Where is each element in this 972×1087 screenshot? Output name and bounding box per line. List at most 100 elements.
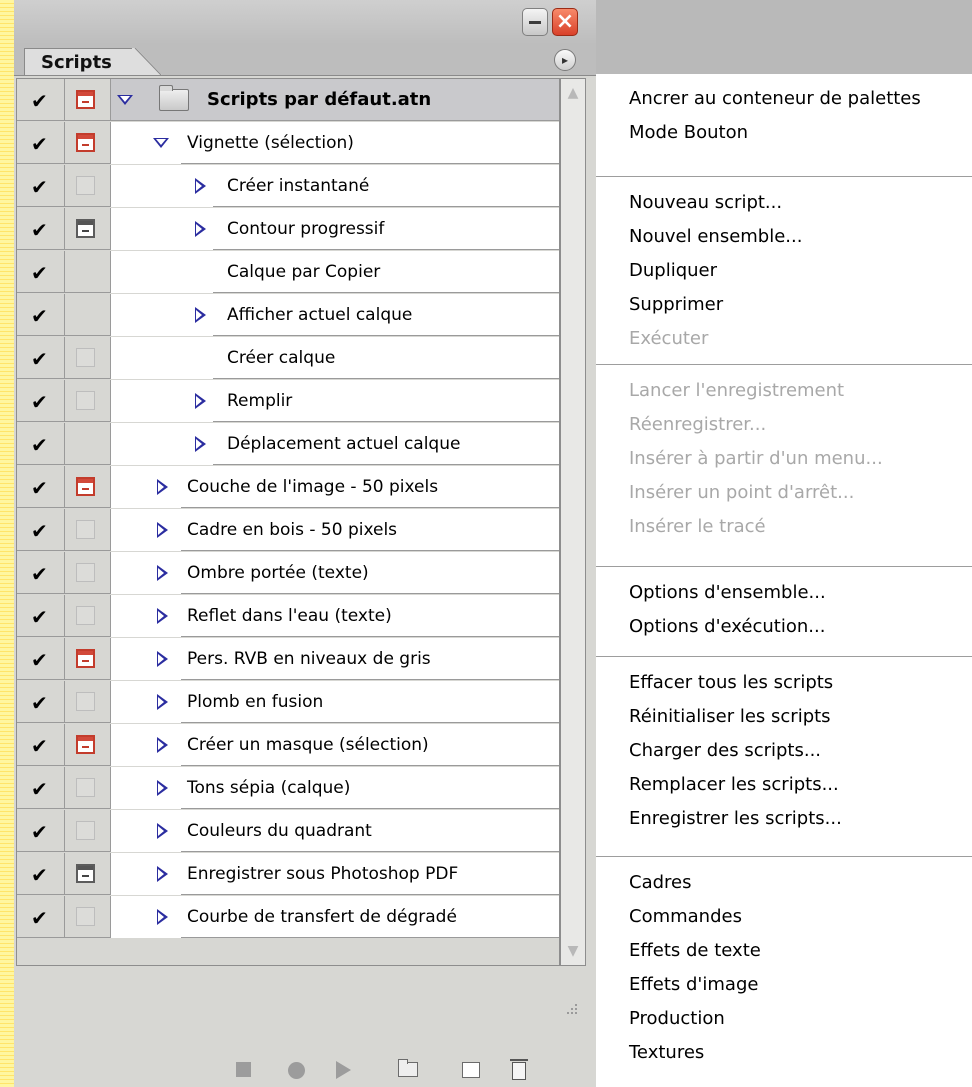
toggle-dialog-cell[interactable] <box>65 380 111 422</box>
checkmark-icon[interactable]: ✔ <box>31 134 48 154</box>
checkmark-icon[interactable]: ✔ <box>31 478 48 498</box>
checkmark-icon[interactable]: ✔ <box>31 91 48 111</box>
toggle-item-cell[interactable]: ✔ <box>17 595 65 637</box>
toggle-dialog-cell[interactable] <box>65 79 111 121</box>
toggle-dialog-cell[interactable] <box>65 767 111 809</box>
dialog-toggle-icon[interactable] <box>76 176 95 195</box>
toggle-item-cell[interactable]: ✔ <box>17 853 65 895</box>
dialog-toggle-icon[interactable] <box>76 391 95 410</box>
dialog-toggle-icon[interactable] <box>76 563 95 582</box>
dialog-toggle-icon[interactable] <box>76 348 95 367</box>
checkmark-icon[interactable]: ✔ <box>31 564 48 584</box>
toggle-item-cell[interactable]: ✔ <box>17 165 65 207</box>
dialog-toggle-icon[interactable] <box>76 735 95 754</box>
toggle-dialog-cell[interactable] <box>65 552 111 594</box>
script-row[interactable]: ✔ Reflet dans l'eau (texte) <box>17 595 559 637</box>
toggle-dialog-cell[interactable] <box>65 122 111 164</box>
menu-item[interactable]: Nouveau script... <box>629 190 782 216</box>
toggle-item-cell[interactable]: ✔ <box>17 79 65 121</box>
dialog-toggle-icon[interactable] <box>76 864 95 883</box>
script-row[interactable]: ✔ Couche de l'image - 50 pixels <box>17 466 559 508</box>
menu-item[interactable]: Charger des scripts... <box>629 738 821 764</box>
collapse-triangle-icon[interactable] <box>153 138 169 148</box>
script-row[interactable]: ✔ Couleurs du quadrant <box>17 810 559 852</box>
menu-item[interactable]: Textures <box>629 1040 704 1066</box>
expand-triangle-icon[interactable] <box>157 737 168 753</box>
menu-item[interactable]: Commandes <box>629 904 742 930</box>
dialog-toggle-icon[interactable] <box>76 90 95 109</box>
menu-item[interactable]: Supprimer <box>629 292 723 318</box>
tab-scripts[interactable]: Scripts <box>24 48 136 75</box>
script-row[interactable]: ✔ Courbe de transfert de dégradé <box>17 896 559 938</box>
play-icon[interactable] <box>336 1061 351 1079</box>
minimize-icon[interactable] <box>522 8 548 36</box>
expand-triangle-icon[interactable] <box>157 651 168 667</box>
menu-item[interactable]: Enregistrer les scripts... <box>629 806 842 832</box>
menu-item[interactable]: Cadres <box>629 870 691 896</box>
menu-item[interactable]: Mode Bouton <box>629 120 748 146</box>
expand-triangle-icon[interactable] <box>195 436 206 452</box>
dialog-toggle-icon[interactable] <box>76 606 95 625</box>
checkmark-icon[interactable]: ✔ <box>31 435 48 455</box>
toggle-dialog-cell[interactable] <box>65 165 111 207</box>
script-step-row[interactable]: ✔ Remplir <box>17 380 559 422</box>
toggle-item-cell[interactable]: ✔ <box>17 423 65 465</box>
script-row[interactable]: ✔ Cadre en bois - 50 pixels <box>17 509 559 551</box>
menu-item[interactable]: Options d'exécution... <box>629 614 825 640</box>
dialog-toggle-icon[interactable] <box>76 133 95 152</box>
dialog-toggle-icon[interactable] <box>76 821 95 840</box>
script-row[interactable]: ✔ Tons sépia (calque) <box>17 767 559 809</box>
toggle-item-cell[interactable]: ✔ <box>17 810 65 852</box>
script-step-row[interactable]: ✔ Créer instantané <box>17 165 559 207</box>
toggle-item-cell[interactable]: ✔ <box>17 681 65 723</box>
dialog-toggle-icon[interactable] <box>76 778 95 797</box>
toggle-item-cell[interactable]: ✔ <box>17 552 65 594</box>
script-set-row[interactable]: ✔ Scripts par défaut.atn <box>17 79 559 121</box>
trash-icon[interactable] <box>510 1059 528 1080</box>
expand-triangle-icon[interactable] <box>157 608 168 624</box>
menu-item[interactable]: Ancrer au conteneur de palettes <box>629 86 921 112</box>
palette-menu-arrow-icon[interactable]: ▸ <box>554 49 576 71</box>
toggle-item-cell[interactable]: ✔ <box>17 337 65 379</box>
toggle-item-cell[interactable]: ✔ <box>17 251 65 293</box>
checkmark-icon[interactable]: ✔ <box>31 306 48 326</box>
checkmark-icon[interactable]: ✔ <box>31 779 48 799</box>
expand-triangle-icon[interactable] <box>195 393 206 409</box>
script-step-row[interactable]: ✔ Afficher actuel calque <box>17 294 559 336</box>
dialog-toggle-icon[interactable] <box>76 520 95 539</box>
script-step-row[interactable]: ✔ Déplacement actuel calque <box>17 423 559 465</box>
checkmark-icon[interactable]: ✔ <box>31 822 48 842</box>
toggle-item-cell[interactable]: ✔ <box>17 294 65 336</box>
dialog-toggle-icon[interactable] <box>76 219 95 238</box>
checkmark-icon[interactable]: ✔ <box>31 177 48 197</box>
toggle-dialog-cell[interactable] <box>65 681 111 723</box>
dialog-toggle-icon[interactable] <box>76 692 95 711</box>
toggle-dialog-cell[interactable] <box>65 208 111 250</box>
resize-grip-icon[interactable] <box>559 1000 583 1024</box>
expand-triangle-icon[interactable] <box>195 221 206 237</box>
checkmark-icon[interactable]: ✔ <box>31 908 48 928</box>
collapse-triangle-icon[interactable] <box>117 95 133 105</box>
menu-item[interactable]: Production <box>629 1006 725 1032</box>
expand-triangle-icon[interactable] <box>157 780 168 796</box>
script-step-row[interactable]: ✔ Créer calque <box>17 337 559 379</box>
vertical-scrollbar[interactable]: ▲ ▼ <box>560 78 586 966</box>
menu-item[interactable]: Remplacer les scripts... <box>629 772 839 798</box>
script-step-row[interactable]: ✔ Contour progressif <box>17 208 559 250</box>
dialog-toggle-icon[interactable] <box>76 649 95 668</box>
toggle-dialog-cell[interactable] <box>65 423 111 465</box>
toggle-dialog-cell[interactable] <box>65 466 111 508</box>
toggle-dialog-cell[interactable] <box>65 853 111 895</box>
expand-triangle-icon[interactable] <box>157 479 168 495</box>
dialog-toggle-icon[interactable] <box>76 477 95 496</box>
menu-item[interactable]: Dupliquer <box>629 258 717 284</box>
expand-triangle-icon[interactable] <box>157 522 168 538</box>
checkmark-icon[interactable]: ✔ <box>31 736 48 756</box>
script-row[interactable]: ✔ Pers. RVB en niveaux de gris <box>17 638 559 680</box>
script-row[interactable]: ✔ Créer un masque (sélection) <box>17 724 559 766</box>
toggle-dialog-cell[interactable] <box>65 595 111 637</box>
toggle-item-cell[interactable]: ✔ <box>17 896 65 938</box>
checkmark-icon[interactable]: ✔ <box>31 650 48 670</box>
toggle-item-cell[interactable]: ✔ <box>17 380 65 422</box>
close-icon[interactable]: × <box>552 8 578 36</box>
